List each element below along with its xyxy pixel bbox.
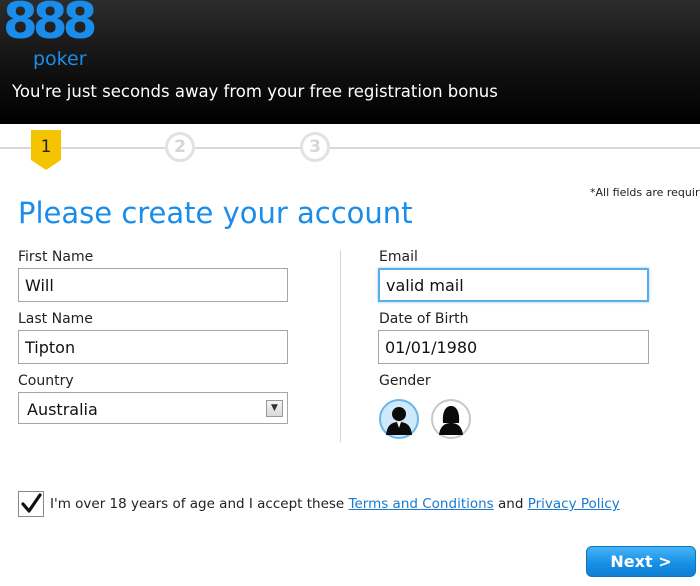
page-title: Please create your account: [18, 196, 413, 230]
consent-and: and: [498, 496, 524, 512]
first-name-input[interactable]: [18, 268, 288, 302]
country-select[interactable]: Australia ▼: [18, 392, 288, 424]
first-name-label: First Name: [18, 249, 94, 265]
gender-label: Gender: [379, 373, 431, 389]
last-name-label: Last Name: [18, 311, 93, 327]
stepper-track: [0, 147, 700, 149]
country-value: Australia: [27, 400, 98, 419]
dob-input[interactable]: [378, 330, 649, 364]
female-avatar-icon: [439, 406, 463, 435]
terms-link[interactable]: Terms and Conditions: [349, 496, 494, 512]
dob-label: Date of Birth: [379, 311, 469, 327]
header: 888 poker You're just seconds away from …: [0, 0, 700, 124]
email-input[interactable]: [378, 268, 649, 302]
checkmark-icon: [21, 493, 42, 513]
logo-word: poker: [33, 48, 87, 70]
dropdown-arrow-icon[interactable]: ▼: [266, 400, 283, 417]
logo-digits: 888: [3, 0, 97, 50]
male-avatar-icon: [386, 407, 412, 435]
next-button[interactable]: Next >: [586, 546, 696, 577]
gender-male-option[interactable]: [379, 399, 419, 439]
last-name-input[interactable]: [18, 330, 288, 364]
required-fields-note: *All fields are require: [590, 186, 700, 199]
privacy-policy-link[interactable]: Privacy Policy: [528, 496, 620, 512]
registration-page: 888 poker You're just seconds away from …: [0, 0, 700, 586]
step-2-indicator: 2: [165, 132, 195, 162]
header-tagline: You're just seconds away from your free …: [12, 82, 498, 101]
step-1-label: 1: [40, 137, 52, 157]
gender-female-option[interactable]: [431, 399, 471, 439]
email-label: Email: [379, 249, 418, 265]
country-label: Country: [18, 373, 74, 389]
age-consent-checkbox[interactable]: [18, 491, 44, 517]
consent-text: I'm over 18 years of age and I accept th…: [50, 496, 620, 512]
step-3-indicator: 3: [300, 132, 330, 162]
step-1-indicator: 1: [31, 130, 61, 170]
888poker-logo[interactable]: 888 poker: [3, 0, 97, 70]
column-divider: [340, 250, 341, 442]
consent-prefix: I'm over 18 years of age and I accept th…: [50, 496, 345, 512]
